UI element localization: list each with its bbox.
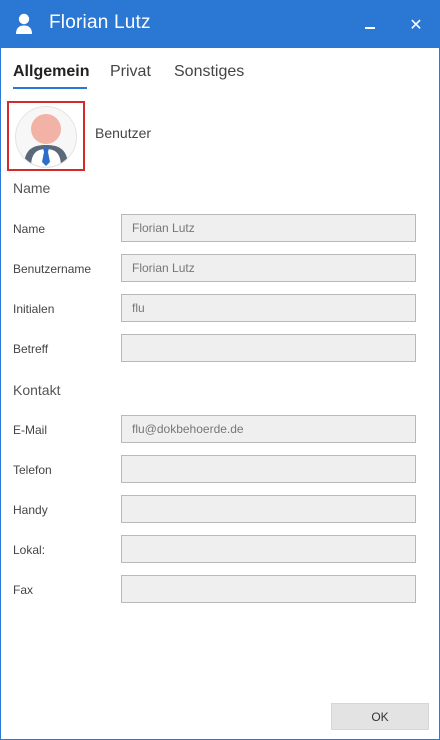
close-icon: ✕: [409, 16, 423, 34]
minimize-icon: [365, 26, 375, 29]
section-contact-heading: Kontakt: [13, 382, 61, 398]
phone-label: Telefon: [13, 463, 52, 477]
section-name-heading: Name: [13, 180, 51, 196]
name-label: Name: [13, 222, 46, 236]
mobile-label: Handy: [13, 503, 48, 517]
window-title: Florian Lutz: [49, 12, 151, 33]
email-field[interactable]: [121, 415, 416, 443]
initials-label: Initialen: [13, 302, 55, 316]
minimize-button[interactable]: [347, 1, 393, 48]
tab-allgemein[interactable]: Allgemein: [13, 63, 89, 81]
title-bar[interactable]: Florian Lutz ✕: [1, 1, 439, 48]
username-label: Benutzername: [13, 262, 92, 276]
tab-privat[interactable]: Privat: [110, 63, 151, 81]
initials-field[interactable]: [121, 294, 416, 322]
local-field[interactable]: [121, 535, 416, 563]
fax-label: Fax: [13, 583, 34, 597]
avatar: [15, 106, 77, 168]
phone-field[interactable]: [121, 455, 416, 483]
name-field[interactable]: [121, 214, 416, 242]
ok-button[interactable]: OK: [331, 703, 429, 730]
user-icon: [16, 13, 32, 34]
tab-sonstiges[interactable]: Sonstiges: [174, 63, 244, 81]
user-properties-window: Florian Lutz ✕ Allgemein Privat Sonstige…: [0, 0, 440, 740]
avatar-caption: Benutzer: [95, 125, 152, 141]
username-field[interactable]: [121, 254, 416, 282]
mobile-field[interactable]: [121, 495, 416, 523]
close-button[interactable]: ✕: [393, 1, 439, 48]
subject-field[interactable]: [121, 334, 416, 362]
avatar-picker[interactable]: [7, 101, 85, 171]
subject-label: Betreff: [13, 342, 49, 356]
active-tab-indicator: [13, 87, 87, 89]
email-label: E-Mail: [13, 423, 48, 437]
local-label: Lokal:: [13, 543, 46, 557]
fax-field[interactable]: [121, 575, 416, 603]
user-avatar-icon: [24, 114, 68, 167]
